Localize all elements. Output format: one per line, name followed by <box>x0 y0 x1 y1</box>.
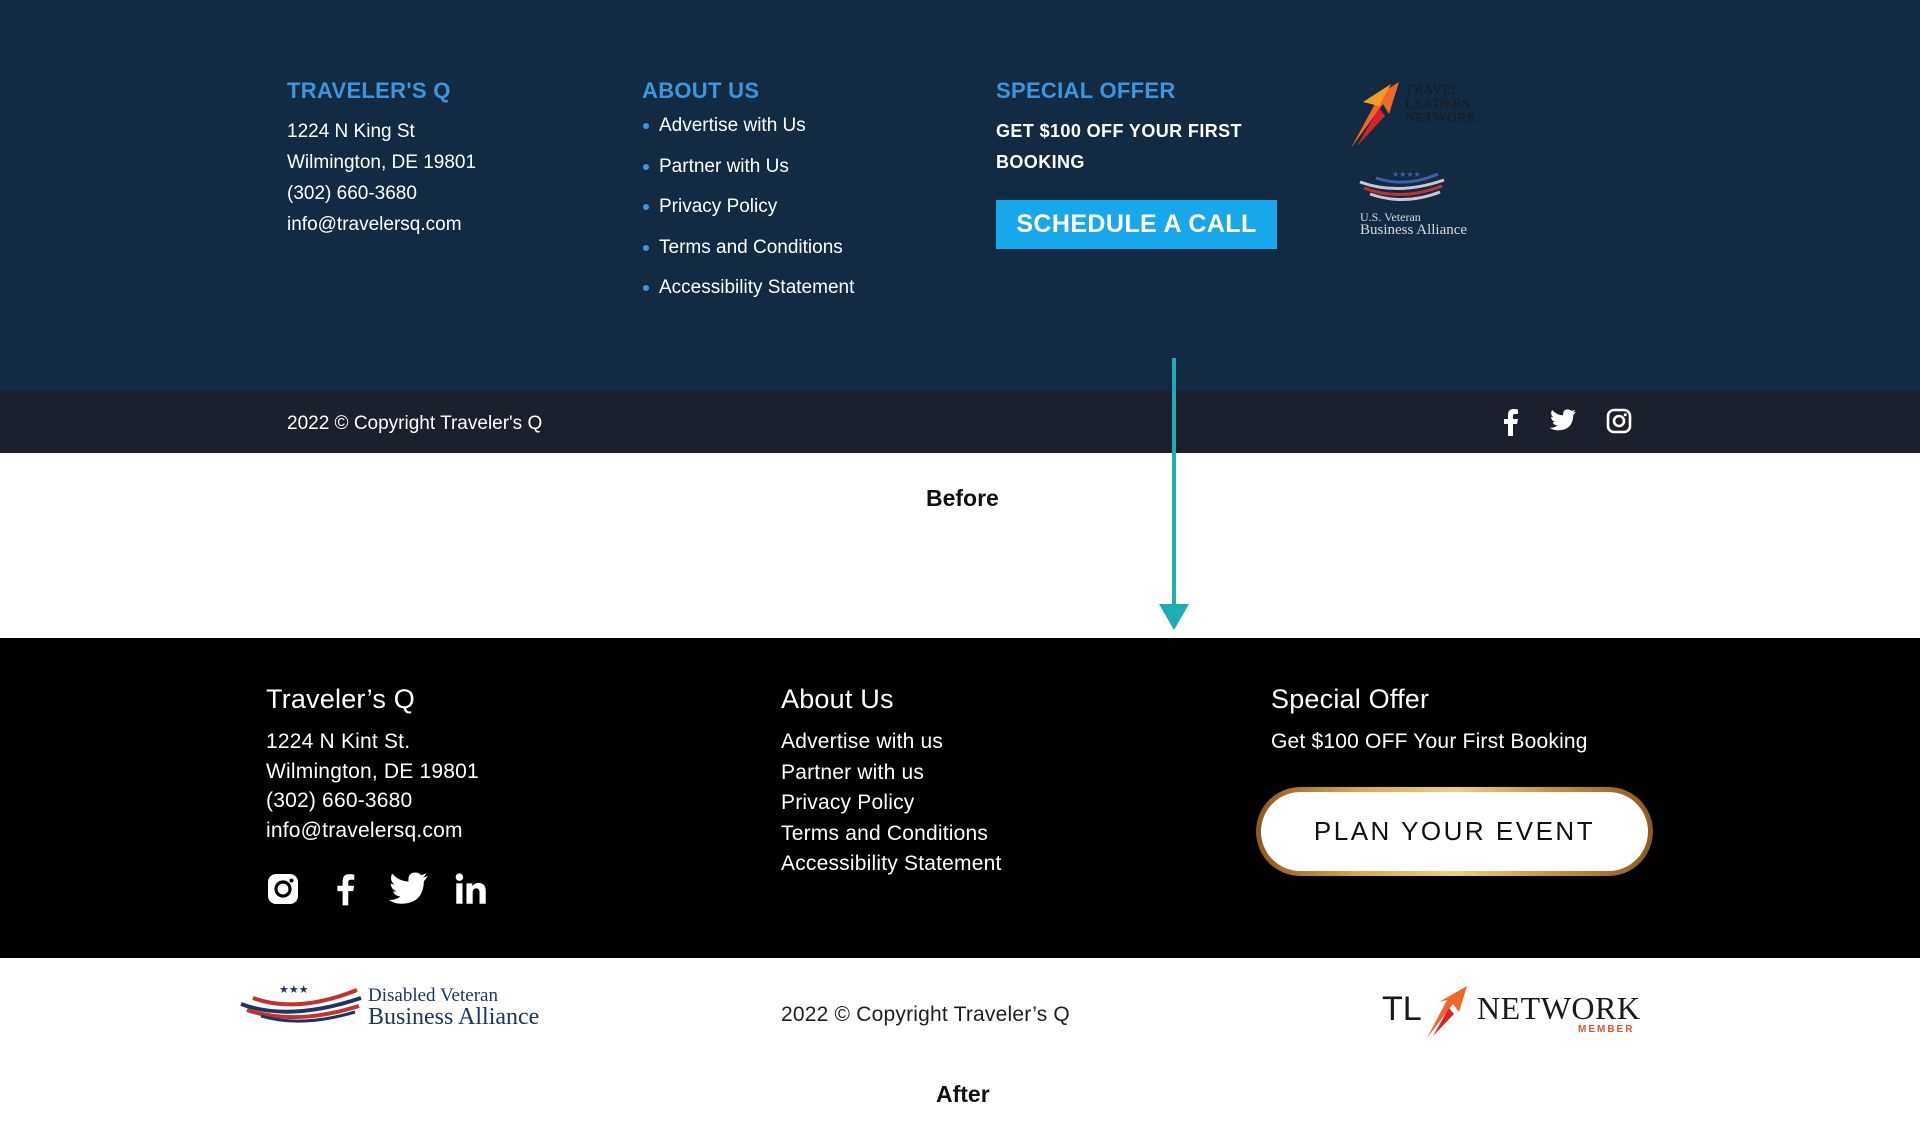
after-offer-text: Get $100 OFF Your First Booking <box>1271 730 1588 753</box>
after-about-title: About Us <box>781 684 894 714</box>
before-link-privacy[interactable]: Privacy Policy <box>642 187 854 228</box>
tl-network-member-logo: TL NETWORK MEMBER <box>1382 982 1652 1042</box>
after-email[interactable]: info@travelersq.com <box>266 816 479 846</box>
after-link-accessibility[interactable]: Accessibility Statement <box>781 849 1002 880</box>
tl-network-member-text: MEMBER <box>1578 1024 1635 1035</box>
svg-text:★★★: ★★★ <box>279 983 309 996</box>
before-address-line1: 1224 N King St <box>287 121 415 142</box>
before-copyright: 2022 © Copyright Traveler's Q <box>287 413 543 434</box>
after-link-terms[interactable]: Terms and Conditions <box>781 819 1002 850</box>
travel-leaders-network-logo: TRAVEL LEADERS NETWORK <box>1349 80 1499 150</box>
before-address-line2: Wilmington, DE 19801 <box>287 152 477 173</box>
before-phone[interactable]: (302) 660-3680 <box>287 178 476 209</box>
before-link-advertise[interactable]: Advertise with Us <box>642 106 854 147</box>
tln-text-leaders: LEADERS <box>1405 97 1471 112</box>
before-label: Before <box>926 485 999 511</box>
after-link-partner[interactable]: Partner with us <box>781 758 1002 789</box>
before-link-accessibility[interactable]: Accessibility Statement <box>642 268 854 309</box>
after-offer-column: Special Offer Get $100 OFF Your First Bo… <box>1271 684 1588 757</box>
plan-event-button[interactable]: PLAN YOUR EVENT <box>1261 792 1648 871</box>
flag-swoosh-icon: ★★★ <box>240 983 362 1023</box>
after-phone[interactable]: (302) 660-3680 <box>266 786 479 816</box>
before-about-links: Advertise with Us Partner with Us Privac… <box>642 106 854 309</box>
before-offer-title: SPECIAL OFFER <box>996 78 1176 103</box>
before-brand-title: TRAVELER'S Q <box>287 78 451 103</box>
flag-swoosh-icon: ★★★★ <box>1359 170 1445 202</box>
tln-arrow-icon <box>1427 986 1467 1038</box>
after-instagram-icon[interactable] <box>266 872 300 911</box>
after-brand-column: Traveler’s Q 1224 N Kint St. Wilmington,… <box>266 684 479 845</box>
svg-text:★★★★: ★★★★ <box>1392 170 1421 179</box>
after-address-line2: Wilmington, DE 19801 <box>266 759 479 783</box>
after-facebook-icon[interactable] <box>333 872 357 911</box>
before-facebook-icon[interactable] <box>1499 408 1521 438</box>
after-address-line1: 1224 N Kint St. <box>266 730 411 753</box>
before-brand-column: TRAVELER'S Q 1224 N King St Wilmington, … <box>287 78 476 240</box>
after-label: After <box>936 1081 990 1107</box>
after-about-column: About Us Advertise with us Partner with … <box>781 684 1002 880</box>
dvba-text-line2: Business Alliance <box>368 1004 540 1030</box>
disabled-veteran-business-alliance-logo: ★★★ Disabled Veteran Business Alliance <box>239 980 559 1030</box>
after-link-privacy[interactable]: Privacy Policy <box>781 788 1002 819</box>
after-linkedin-icon[interactable] <box>455 872 487 911</box>
before-instagram-icon[interactable] <box>1606 408 1632 438</box>
before-about-column: ABOUT US Advertise with Us Partner with … <box>642 78 854 309</box>
before-about-title: ABOUT US <box>642 78 760 103</box>
after-link-advertise[interactable]: Advertise with us <box>781 727 1002 758</box>
tl-network-text: NETWORK <box>1477 990 1641 1026</box>
vba-text-big: Business Alliance <box>1360 222 1468 238</box>
after-twitter-icon[interactable] <box>388 872 429 911</box>
before-offer-text-line1: GET $100 OFF YOUR FIRST <box>996 121 1242 141</box>
before-link-partner[interactable]: Partner with Us <box>642 147 854 188</box>
tln-text-network: NETWORK <box>1405 111 1478 126</box>
schedule-call-button[interactable]: SCHEDULE A CALL <box>996 200 1277 249</box>
after-copyright: 2022 © Copyright Traveler’s Q <box>781 1003 1070 1026</box>
after-brand-title: Traveler’s Q <box>266 684 415 714</box>
arrow-down-icon <box>1159 604 1189 630</box>
before-offer-text-line2: BOOKING <box>996 152 1085 172</box>
before-link-terms[interactable]: Terms and Conditions <box>642 228 854 269</box>
before-offer-column: SPECIAL OFFER GET $100 OFF YOUR FIRST BO… <box>996 78 1277 249</box>
tln-arrow-icon <box>1351 82 1399 148</box>
tln-text-travel: TRAVEL <box>1405 83 1461 98</box>
transition-arrow-line <box>1172 358 1176 606</box>
veteran-business-alliance-logo: ★★★★ U.S. Veteran Business Alliance <box>1358 168 1498 242</box>
before-twitter-icon[interactable] <box>1549 408 1577 438</box>
after-offer-title: Special Offer <box>1271 684 1430 714</box>
plan-event-button-frame: PLAN YOUR EVENT <box>1256 787 1653 876</box>
before-email[interactable]: info@travelersq.com <box>287 209 476 240</box>
tl-network-prefix: TL <box>1382 990 1422 1028</box>
